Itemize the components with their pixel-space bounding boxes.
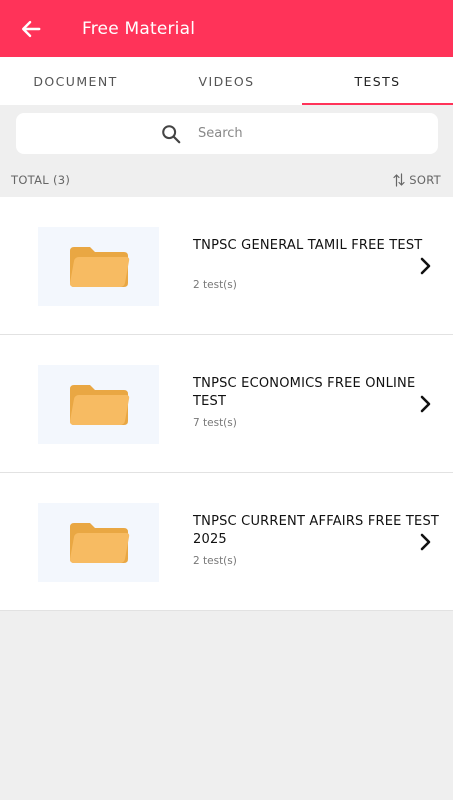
item-title: TNPSC CURRENT AFFAIRS FREE TEST 2025 [193, 514, 440, 547]
tab-bar: DOCUMENT VIDEOS TESTS [0, 57, 453, 105]
chevron-right-icon [420, 257, 431, 275]
test-list: TNPSC GENERAL TAMIL FREE TEST 2 test(s) … [0, 197, 453, 611]
search-input[interactable] [198, 126, 268, 141]
item-title: TNPSC ECONOMICS FREE ONLINE TEST [193, 376, 416, 409]
arrow-left-icon [22, 20, 41, 38]
item-count: 2 test(s) [193, 555, 237, 567]
list-item[interactable]: TNPSC GENERAL TAMIL FREE TEST 2 test(s) [0, 197, 453, 335]
item-thumbnail [38, 227, 159, 306]
sort-button[interactable]: SORT [393, 173, 441, 187]
item-count: 2 test(s) [193, 279, 237, 291]
tab-tests[interactable]: TESTS [302, 57, 453, 105]
page-title: Free Material [82, 18, 196, 39]
item-title: TNPSC GENERAL TAMIL FREE TEST [193, 238, 423, 253]
item-thumbnail [38, 365, 159, 444]
chevron-right-icon [420, 533, 431, 551]
list-item[interactable]: TNPSC ECONOMICS FREE ONLINE TEST 7 test(… [0, 335, 453, 473]
app-bar: Free Material [0, 0, 453, 57]
total-count: TOTAL (3) [11, 173, 71, 187]
tab-document[interactable]: DOCUMENT [0, 57, 151, 105]
item-thumbnail [38, 503, 159, 582]
chevron-right-icon [420, 395, 431, 413]
tab-videos[interactable]: VIDEOS [151, 57, 302, 105]
list-meta: TOTAL (3) SORT [0, 166, 453, 194]
folder-icon [69, 246, 129, 287]
back-button[interactable] [16, 14, 46, 44]
search-bar[interactable] [16, 113, 438, 154]
search-icon [162, 124, 181, 143]
item-count: 7 test(s) [193, 417, 237, 429]
sort-icon [393, 173, 405, 187]
sort-label: SORT [409, 173, 441, 187]
folder-icon [69, 522, 129, 563]
list-item[interactable]: TNPSC CURRENT AFFAIRS FREE TEST 2025 2 t… [0, 473, 453, 611]
folder-icon [69, 384, 129, 425]
